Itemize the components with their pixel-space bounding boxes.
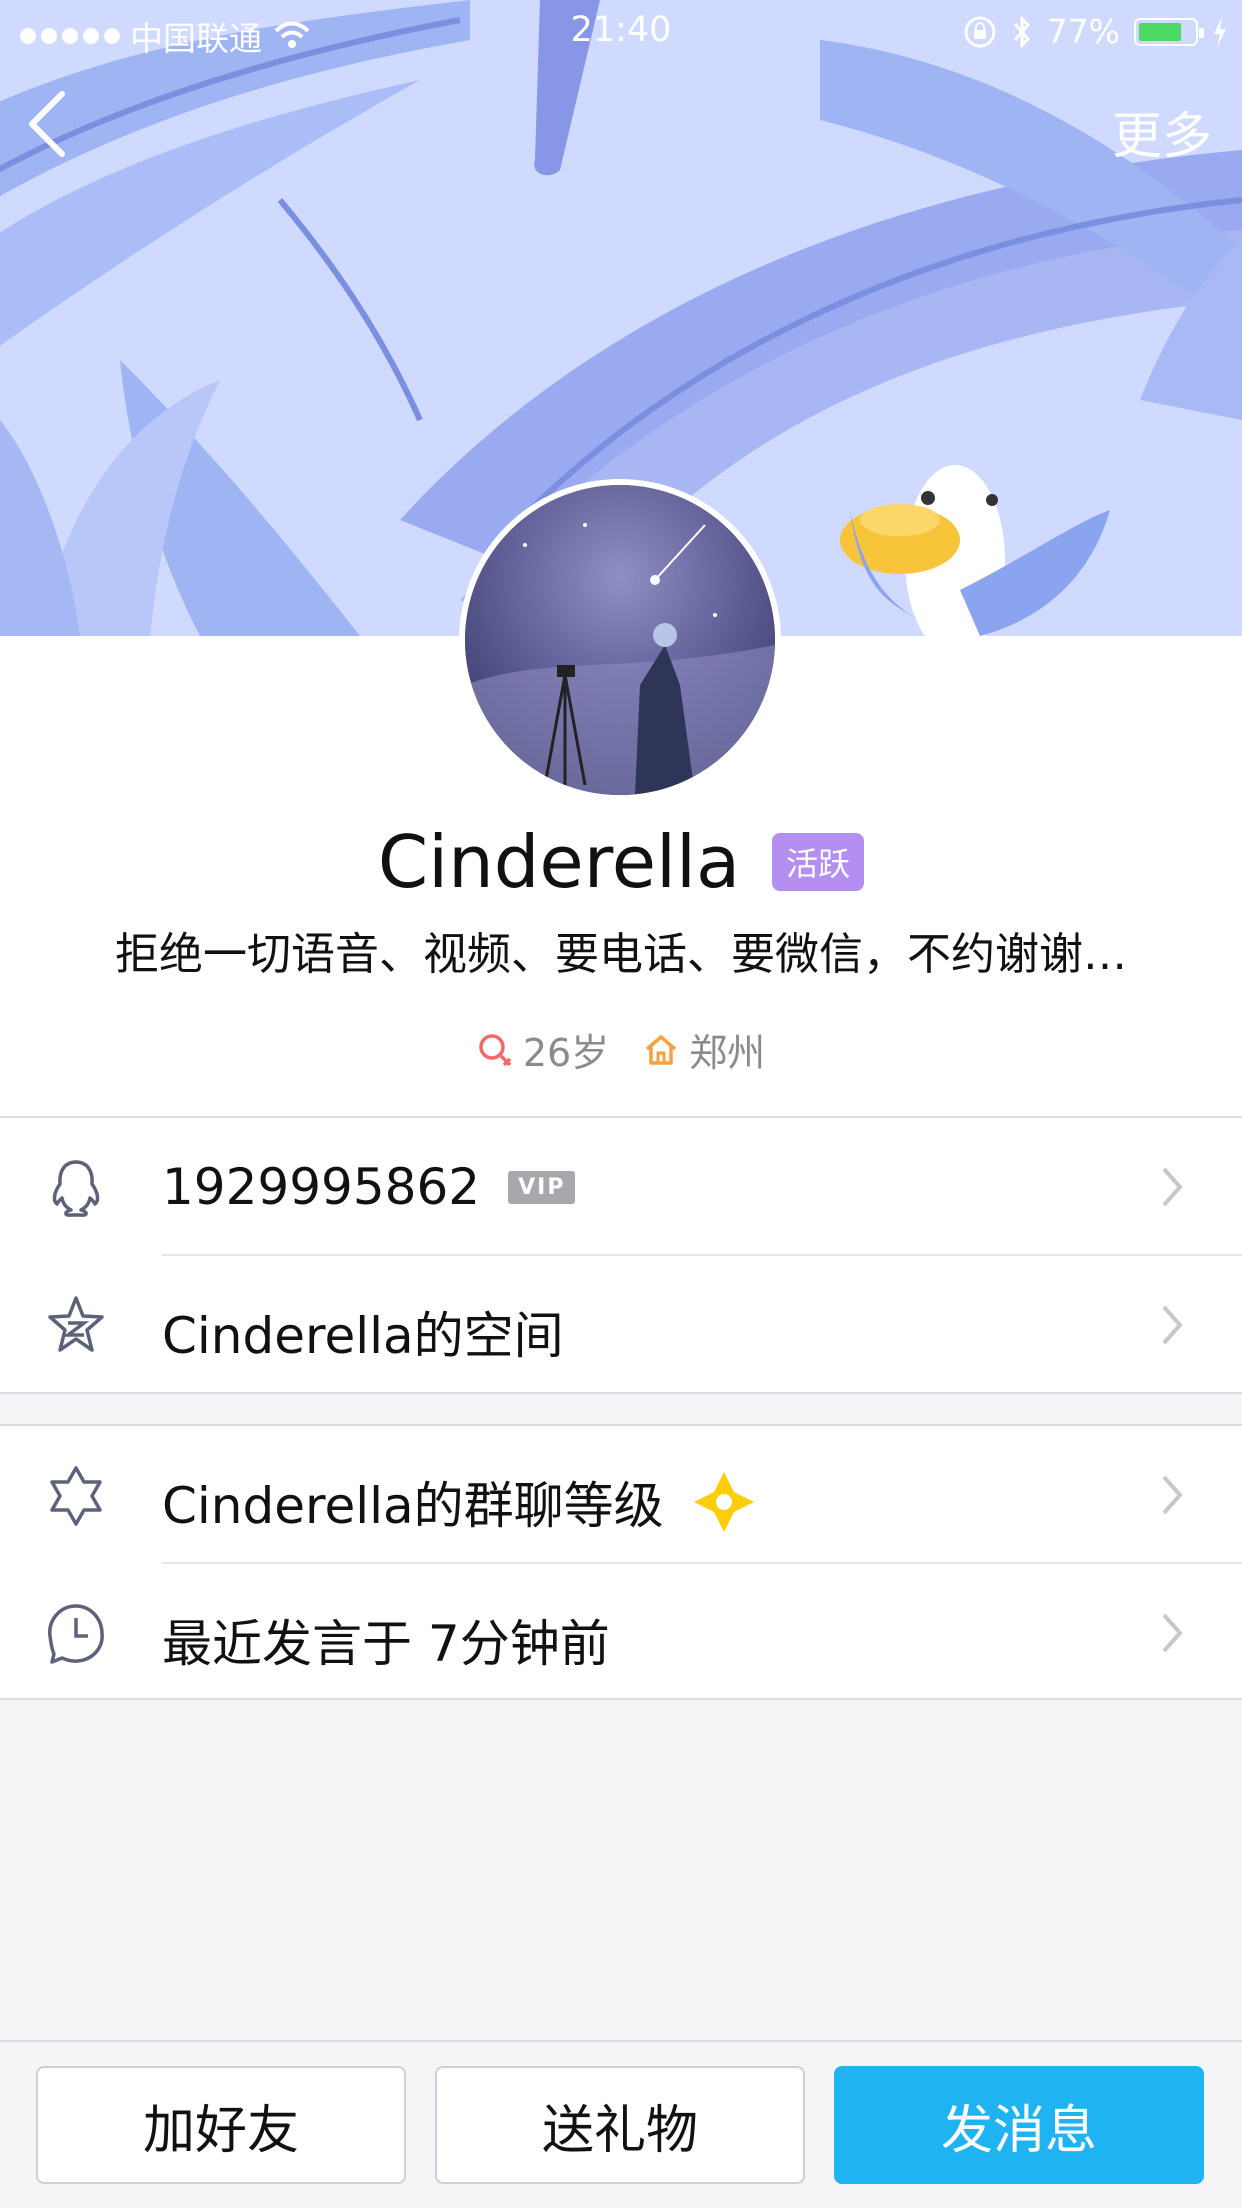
group-level-row[interactable]: Cinderella的群聊等级 <box>0 1426 1242 1564</box>
star-icon <box>48 1296 104 1352</box>
diamond-badge-icon <box>693 1472 754 1532</box>
last-post-label: 最近发言于 7分钟前 <box>162 1604 610 1676</box>
battery-icon <box>1134 17 1204 46</box>
age-info: 26岁 <box>477 1022 609 1077</box>
qq-number-label: 1929995862 VIP <box>162 1158 576 1216</box>
profile-name: Cinderella <box>377 820 741 904</box>
battery-percent: 77% <box>1046 12 1120 51</box>
city-info: 郑州 <box>643 1022 765 1077</box>
gender-female-icon <box>479 1033 512 1066</box>
hexagram-icon <box>50 1466 102 1526</box>
bottom-action-bar: 加好友 送礼物 发消息 <box>0 2040 1242 2208</box>
more-button[interactable]: 更多 <box>1112 96 1212 168</box>
bluetooth-icon <box>1013 14 1030 49</box>
clock-icon <box>48 1604 104 1664</box>
add-friend-button[interactable]: 加好友 <box>36 2066 406 2184</box>
qzone-label: Cinderella的空间 <box>162 1296 564 1368</box>
group-section: Cinderella的群聊等级 最近发言于 7分钟前 <box>0 1426 1242 1700</box>
group-level-label: Cinderella的群聊等级 <box>162 1466 756 1538</box>
age-text: 26岁 <box>522 1031 610 1075</box>
orientation-lock-icon <box>964 16 996 47</box>
qq-number-row[interactable]: 1929995862 VIP <box>0 1118 1242 1256</box>
status-bar: 中国联通 21:40 77% <box>0 0 1242 62</box>
profile-signature: 拒绝一切语音、视频、要电话、要微信，不约谢谢… <box>115 929 1127 980</box>
profile-name-row: Cinderella 活跃 <box>0 820 1242 904</box>
status-right: 77% <box>963 12 1228 51</box>
penguin-icon <box>52 1160 100 1217</box>
avatar-image <box>465 485 775 795</box>
vip-badge: VIP <box>508 1170 576 1204</box>
divider <box>0 1392 1242 1394</box>
qq-number: 1929995862 <box>162 1158 481 1216</box>
divider <box>0 1698 1242 1700</box>
last-post-row[interactable]: 最近发言于 7分钟前 <box>0 1564 1242 1702</box>
profile-meta: 26岁 郑州 <box>0 1022 1242 1077</box>
chevron-right-icon <box>1162 1613 1183 1653</box>
group-level-text: Cinderella的群聊等级 <box>162 1477 664 1535</box>
chevron-right-icon <box>1162 1475 1183 1515</box>
chevron-right-icon <box>1162 1167 1183 1207</box>
active-badge: 活跃 <box>772 833 865 891</box>
send-gift-button[interactable]: 送礼物 <box>435 2066 805 2184</box>
account-section: 1929995862 VIP Cinderella的空间 <box>0 1118 1242 1394</box>
charging-icon <box>1214 16 1226 47</box>
send-message-button[interactable]: 发消息 <box>834 2066 1204 2184</box>
home-icon <box>646 1034 677 1065</box>
avatar[interactable] <box>459 479 781 801</box>
qzone-text: Cinderella的空间 <box>162 1307 564 1365</box>
last-post-text: 最近发言于 7分钟前 <box>162 1615 610 1673</box>
qzone-row[interactable]: Cinderella的空间 <box>0 1256 1242 1394</box>
back-arrow-icon[interactable] <box>22 88 72 160</box>
chevron-right-icon <box>1162 1305 1183 1345</box>
city-text: 郑州 <box>689 1031 766 1075</box>
